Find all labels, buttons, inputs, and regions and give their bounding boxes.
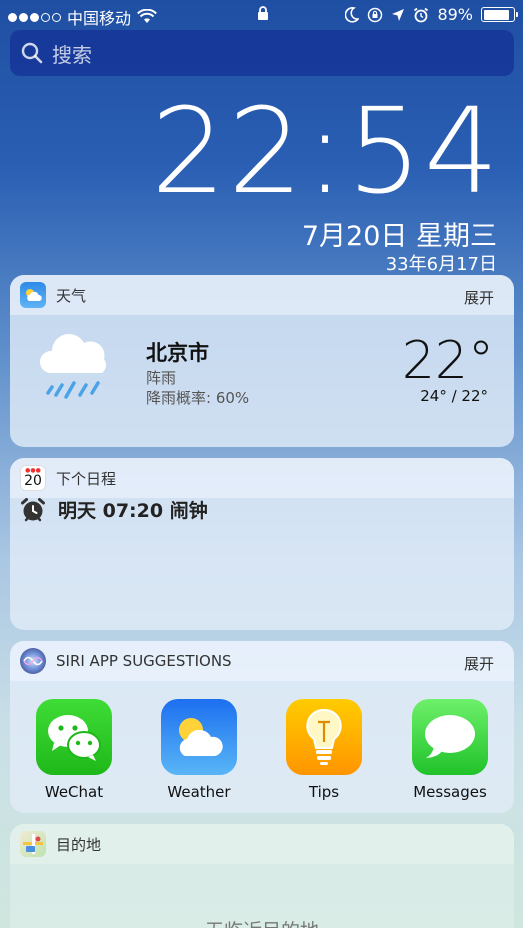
destination-widget-header: 目的地	[10, 824, 514, 864]
rotation-lock-icon	[368, 7, 383, 22]
weather-range: 24° / 22°	[420, 387, 488, 405]
wifi-icon	[137, 9, 157, 23]
app-weather[interactable]: Weather	[149, 699, 249, 801]
calendar-widget-header: ●●● 20 下个日程	[10, 458, 514, 498]
app-label-weather: Weather	[167, 783, 231, 801]
weather-condition: 阵雨	[146, 369, 177, 387]
date-label: 7月20日 星期三	[301, 221, 497, 252]
carrier-name: 中国移动	[67, 9, 132, 28]
search-placeholder: 搜索	[52, 42, 92, 67]
calendar-widget-title: 下个日程	[56, 469, 117, 488]
destination-placeholder: 无临近目的地	[10, 916, 514, 928]
app-messages[interactable]: Messages	[400, 699, 500, 801]
siri-widget-title: SIRI APP SUGGESTIONS	[56, 652, 232, 670]
tips-icon	[286, 699, 362, 775]
destination-widget[interactable]: 目的地 无临近目的地	[10, 824, 514, 928]
event-text: 明天 07:20 闹钟	[58, 500, 208, 522]
lunar-date-label: 33年6月17日	[385, 254, 497, 275]
messages-icon	[412, 699, 488, 775]
status-bar: 中国移动 89%	[0, 0, 523, 30]
weather-body: 北京市 阵雨 降雨概率: 60% 22° 24° / 22°	[10, 315, 514, 447]
calendar-widget[interactable]: ●●● 20 下个日程 明天 07:20 闹钟	[10, 458, 514, 630]
event-row[interactable]: 明天 07:20 闹钟	[20, 496, 208, 523]
app-label-messages: Messages	[413, 783, 487, 801]
weather-temperature: 22°	[401, 331, 494, 391]
destination-widget-title: 目的地	[56, 835, 102, 854]
signal-strength-icon	[8, 12, 61, 22]
battery-level	[483, 9, 510, 20]
weather-app-icon	[20, 282, 46, 308]
rain-cloud-icon	[38, 329, 114, 413]
weather-icon	[161, 699, 237, 775]
siri-app-list: WeChat Weather Tips Messages	[10, 681, 514, 813]
weather-city: 北京市	[146, 341, 209, 365]
siri-widget-header: SIRI APP SUGGESTIONS 展开	[10, 641, 514, 681]
wechat-icon	[36, 699, 112, 775]
lock-icon	[257, 6, 269, 25]
clock-time: 22:54	[150, 82, 501, 220]
weather-expand-button[interactable]: 展开	[464, 287, 494, 308]
siri-expand-button[interactable]: 展开	[464, 653, 494, 674]
siri-suggestions-widget: SIRI APP SUGGESTIONS 展开 WeChat Weather T…	[10, 641, 514, 813]
calendar-icon-day: 20	[24, 472, 42, 489]
search-icon	[21, 42, 43, 64]
maps-app-icon	[20, 831, 46, 857]
app-tips[interactable]: Tips	[274, 699, 374, 801]
status-right: 89%	[345, 5, 518, 24]
battery-percent: 89%	[437, 5, 473, 24]
location-arrow-icon	[392, 8, 405, 21]
alarm-icon	[414, 7, 429, 22]
weather-widget-title: 天气	[56, 286, 87, 305]
weather-widget[interactable]: 天气 展开 北京市 阵雨 降雨概率: 60% 22° 24° / 22°	[10, 275, 514, 447]
search-bar[interactable]: 搜索	[10, 30, 514, 76]
app-wechat[interactable]: WeChat	[24, 699, 124, 801]
moon-icon	[345, 6, 360, 23]
app-label-tips: Tips	[308, 783, 340, 801]
siri-icon	[20, 648, 46, 674]
status-left: 中国移动	[8, 5, 157, 29]
calendar-app-icon: ●●● 20	[20, 465, 46, 491]
alarm-clock-icon	[21, 497, 45, 521]
app-label-wechat: WeChat	[44, 783, 104, 801]
weather-rain-chance: 降雨概率: 60%	[146, 389, 250, 407]
battery-icon	[481, 7, 518, 22]
weather-widget-header: 天气 展开	[10, 275, 514, 315]
